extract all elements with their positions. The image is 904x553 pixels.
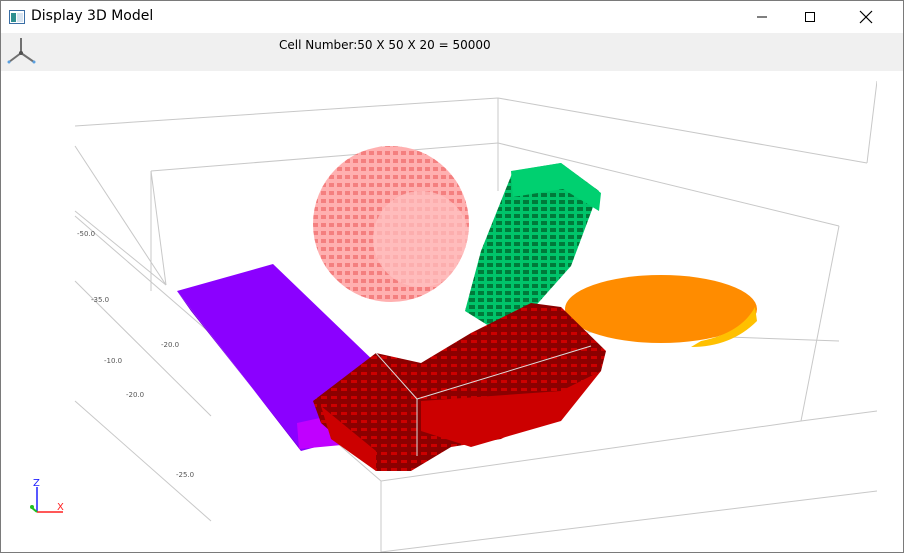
minimize-icon xyxy=(757,16,767,18)
minimize-button[interactable] xyxy=(739,1,785,33)
tick-label: -35.0 xyxy=(91,296,109,304)
axis-tick-labels: -50.0 -35.0 -20.0 -10.0 -20.0 -25.0 xyxy=(77,230,194,479)
app-window-icon xyxy=(9,10,25,24)
tick-label: -25.0 xyxy=(176,471,194,479)
x-axis-label: X xyxy=(57,502,64,513)
axes-icon[interactable] xyxy=(5,35,37,65)
tick-label: -50.0 xyxy=(77,230,95,238)
tick-label: -20.0 xyxy=(126,391,144,399)
pink-voxel-sphere[interactable] xyxy=(313,146,469,302)
toolbar: Cell Number:50 X 50 X 20 = 50000 xyxy=(1,33,903,71)
red-voxel-block[interactable] xyxy=(313,303,606,471)
close-icon xyxy=(859,10,873,24)
title-bar[interactable]: Display 3D Model xyxy=(1,1,903,33)
tick-label: -10.0 xyxy=(104,357,122,365)
3d-viewport[interactable]: -50.0 -35.0 -20.0 -10.0 -20.0 -25.0 Z X xyxy=(1,71,903,552)
z-axis-label: Z xyxy=(33,478,40,489)
maximize-button[interactable] xyxy=(787,1,833,33)
viewport-scrollbar[interactable] xyxy=(877,71,903,552)
display-3d-model-window: Display 3D Model Cell Number:50 X 50 X 2… xyxy=(0,0,904,553)
tick-label: -20.0 xyxy=(161,341,179,349)
3d-scene[interactable]: -50.0 -35.0 -20.0 -10.0 -20.0 -25.0 Z X xyxy=(1,71,877,552)
close-button[interactable] xyxy=(843,1,889,33)
orientation-axes: Z X xyxy=(30,478,64,513)
orange-ellipsoid[interactable] xyxy=(565,275,757,347)
maximize-icon xyxy=(805,12,815,22)
cell-number-label: Cell Number:50 X 50 X 20 = 50000 xyxy=(279,38,491,52)
window-title: Display 3D Model xyxy=(31,8,154,24)
